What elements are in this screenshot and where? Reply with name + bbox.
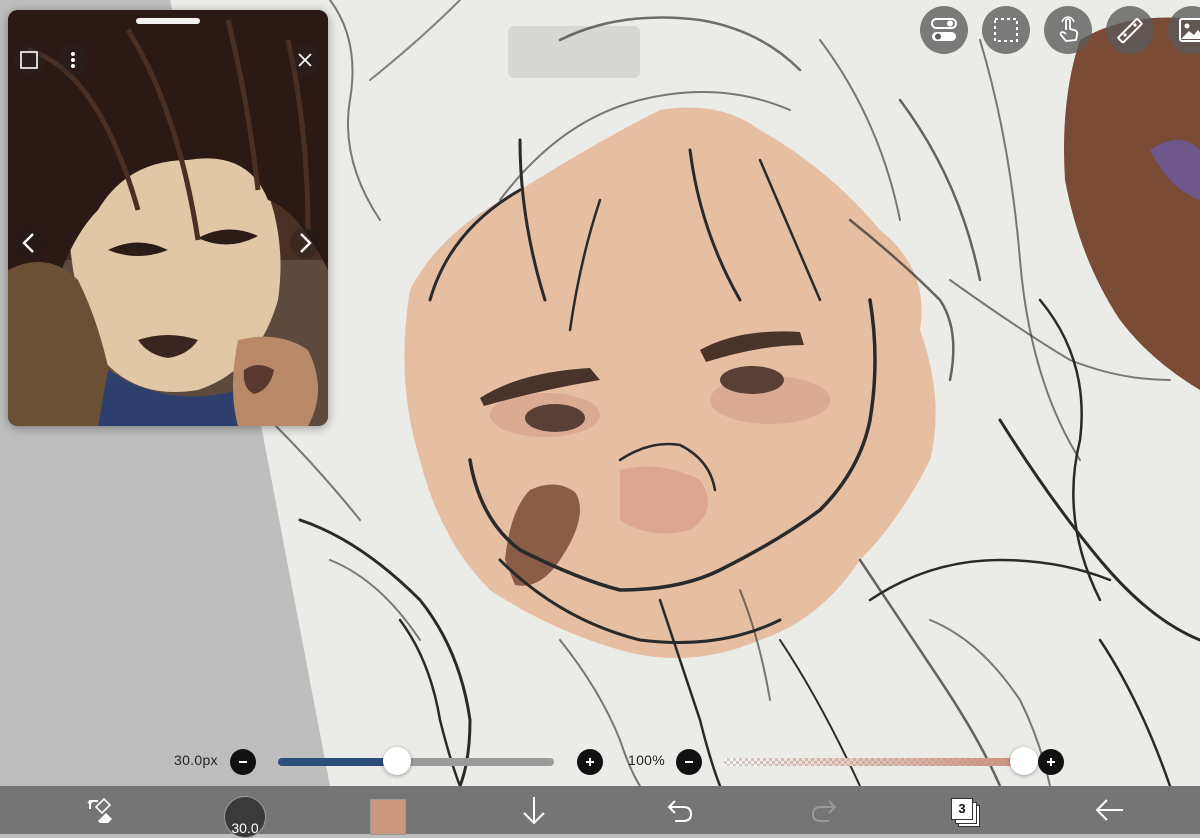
current-color-swatch (370, 799, 406, 835)
brush-size-slider[interactable] (278, 758, 554, 766)
back-button[interactable] (1090, 786, 1130, 834)
reference-image (8, 10, 328, 426)
reference-grabber[interactable] (136, 18, 200, 24)
opacity-knob[interactable] (1010, 747, 1038, 775)
redo-button[interactable] (804, 786, 844, 834)
brush-size-fill (278, 758, 397, 766)
brush-size-increase-button[interactable] (577, 749, 603, 775)
bottom-toolbar: 30.0 3 (0, 786, 1200, 838)
opacity-decrease-button[interactable] (676, 749, 702, 775)
opacity-value: 100% (628, 752, 666, 768)
layers-icon: 3 (951, 798, 981, 828)
arrow-left-icon (1095, 799, 1123, 821)
chevron-right-icon[interactable] (290, 228, 320, 258)
layers-button[interactable]: 3 (946, 786, 986, 834)
plus-icon (1047, 758, 1055, 766)
redo-icon (811, 800, 837, 822)
chevron-left-icon[interactable] (14, 228, 44, 258)
plus-icon (586, 758, 594, 766)
close-icon[interactable] (290, 45, 320, 75)
undo-icon (667, 800, 693, 822)
opacity-fill (724, 758, 1024, 766)
arrow-down-icon (523, 797, 545, 825)
tool-switch-button[interactable] (78, 786, 124, 834)
vertical-dots-icon[interactable] (58, 45, 88, 75)
undo-button[interactable] (660, 786, 700, 834)
transform-eraser-icon (87, 797, 112, 823)
color-button[interactable] (368, 786, 408, 835)
brush-size-chip-label: 30.0 (231, 820, 259, 836)
layer-count: 3 (958, 801, 966, 816)
opacity-slider[interactable] (724, 758, 1024, 766)
brush-preview: 30.0 (224, 796, 266, 838)
brush-size-decrease-button[interactable] (230, 749, 256, 775)
square-frame-icon[interactable] (14, 45, 44, 75)
hand-tap-icon[interactable] (1044, 6, 1092, 54)
opacity-increase-button[interactable] (1038, 749, 1064, 775)
down-button[interactable] (514, 786, 554, 834)
brush-size-value: 30.0px (174, 752, 218, 768)
reference-window[interactable] (8, 10, 328, 426)
minus-icon (239, 761, 247, 763)
brush-size-button[interactable]: 30.0 (222, 786, 268, 838)
selection-icon[interactable] (982, 6, 1030, 54)
ruler-icon[interactable] (1106, 6, 1154, 54)
minus-icon (685, 761, 693, 763)
brush-size-knob[interactable] (382, 747, 411, 775)
toggle-icon[interactable] (920, 6, 968, 54)
